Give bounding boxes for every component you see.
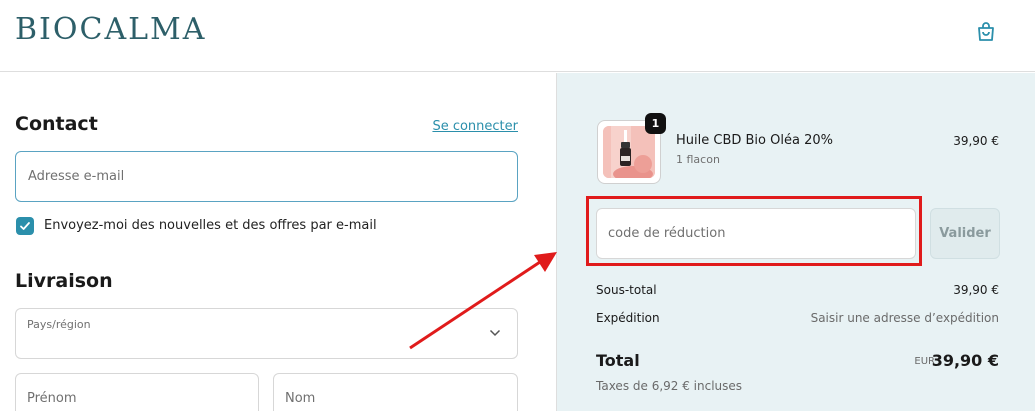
shopping-bag-icon[interactable] — [974, 20, 998, 44]
brand-logo[interactable]: BIOCALMA — [15, 12, 206, 47]
country-label: Pays/région — [27, 318, 91, 331]
subtotal-label: Sous-total — [596, 283, 657, 297]
total-value: 39,90 € — [931, 351, 999, 370]
product-variant: 1 flacon — [676, 153, 720, 166]
newsletter-checkbox[interactable] — [16, 217, 34, 235]
site-header: BIOCALMA — [0, 0, 1035, 72]
shipping-value: Saisir une adresse d’expédition — [810, 311, 999, 325]
country-select[interactable]: Pays/région — [15, 308, 518, 359]
checkout-form: Contact Se connecter Envoyez-moi des nou… — [0, 73, 556, 411]
chevron-down-icon — [489, 329, 501, 337]
quantity-badge: 1 — [645, 113, 666, 134]
delivery-heading: Livraison — [15, 270, 113, 292]
first-name-field[interactable]: Prénom — [15, 373, 259, 411]
subtotal-value: 39,90 € — [953, 283, 999, 297]
product-price: 39,90 € — [953, 134, 999, 148]
first-name-placeholder: Prénom — [27, 391, 77, 406]
contact-heading: Contact — [15, 113, 98, 135]
highlight-box — [586, 196, 922, 266]
shipping-label: Expédition — [596, 311, 660, 325]
last-name-placeholder: Nom — [285, 391, 316, 406]
checkmark-icon — [20, 222, 30, 230]
login-link[interactable]: Se connecter — [432, 119, 518, 134]
validate-button[interactable]: Valider — [930, 208, 1000, 259]
product-name: Huile CBD Bio Oléa 20% — [676, 133, 833, 148]
last-name-field[interactable]: Nom — [273, 373, 518, 411]
email-field[interactable] — [16, 152, 517, 201]
email-field-wrapper — [15, 151, 518, 202]
order-summary: 1 Huile CBD Bio Oléa 20% 1 flacon 39,90 … — [556, 73, 1035, 411]
total-label: Total — [596, 351, 640, 370]
tax-note: Taxes de 6,92 € incluses — [596, 379, 743, 393]
newsletter-label[interactable]: Envoyez-moi des nouvelles et des offres … — [44, 218, 377, 233]
